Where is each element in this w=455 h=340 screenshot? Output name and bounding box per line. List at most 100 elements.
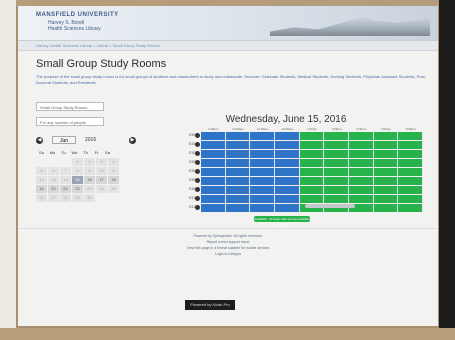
available-slot[interactable] bbox=[324, 159, 350, 167]
calendar-day[interactable]: 27 bbox=[48, 194, 59, 202]
available-slot[interactable] bbox=[299, 195, 325, 203]
available-slot[interactable] bbox=[324, 150, 350, 158]
people-count-select[interactable]: For any number of people bbox=[36, 117, 104, 126]
available-slot[interactable] bbox=[398, 204, 424, 212]
calendar-day[interactable]: 9 bbox=[84, 167, 95, 175]
calendar-day[interactable]: 17 bbox=[96, 176, 107, 184]
booked-slot bbox=[201, 150, 226, 158]
room-info-icon[interactable] bbox=[195, 205, 200, 210]
available-slot[interactable] bbox=[398, 150, 424, 158]
available-slot[interactable] bbox=[398, 132, 424, 140]
available-slot[interactable] bbox=[349, 132, 374, 140]
available-slot[interactable] bbox=[299, 186, 325, 194]
available-slot[interactable] bbox=[299, 177, 325, 185]
calendar-day bbox=[48, 158, 59, 166]
available-slot[interactable] bbox=[398, 177, 424, 185]
calendar-day[interactable]: 26 bbox=[36, 194, 47, 202]
month-select[interactable]: Jun bbox=[52, 136, 76, 144]
available-slot[interactable] bbox=[299, 150, 325, 158]
calendar-days: 1 2 3 4 5 6 7 8 9 10 11 12 13 14 15 16 17 18 19 20 21 22 23 24 2… bbox=[36, 158, 136, 202]
calendar-day[interactable]: 18 bbox=[108, 176, 119, 184]
calendar-day[interactable]: 29 bbox=[72, 194, 83, 202]
calendar-day[interactable]: 30 bbox=[84, 194, 95, 202]
available-slot[interactable] bbox=[398, 195, 424, 203]
available-slot[interactable] bbox=[324, 141, 350, 149]
available-slot[interactable] bbox=[349, 141, 374, 149]
footer-support-link[interactable]: Report a tech support issue bbox=[18, 240, 438, 245]
available-slot[interactable] bbox=[373, 141, 399, 149]
calendar-day[interactable]: 22 bbox=[72, 185, 83, 193]
available-slot[interactable] bbox=[398, 141, 424, 149]
calendar-day[interactable]: 19 bbox=[36, 185, 47, 193]
calendar-day[interactable]: 15 bbox=[72, 176, 83, 184]
year-select[interactable]: 2016 bbox=[85, 136, 107, 144]
available-slot[interactable] bbox=[349, 150, 374, 158]
room-info-icon[interactable] bbox=[195, 196, 200, 201]
available-slot[interactable] bbox=[398, 186, 424, 194]
available-slot[interactable] bbox=[349, 159, 374, 167]
room-group-select[interactable]: Small Group Study Rooms bbox=[36, 102, 104, 111]
available-slot[interactable] bbox=[299, 168, 325, 176]
next-month-icon[interactable]: ▶ bbox=[129, 137, 136, 144]
booked-slot bbox=[225, 204, 251, 212]
calendar-day[interactable]: 28 bbox=[60, 194, 71, 202]
available-slot[interactable] bbox=[349, 168, 374, 176]
calendar-day[interactable]: 12 bbox=[36, 176, 47, 184]
calendar-day[interactable]: 11 bbox=[108, 167, 119, 175]
available-slot[interactable] bbox=[373, 159, 399, 167]
available-slot[interactable] bbox=[349, 177, 374, 185]
grid-scrollbar[interactable] bbox=[305, 204, 355, 208]
calendar-day[interactable]: 2 bbox=[84, 158, 95, 166]
available-slot[interactable] bbox=[373, 168, 399, 176]
available-slot[interactable] bbox=[398, 168, 424, 176]
calendar-day[interactable]: 24 bbox=[96, 185, 107, 193]
room-info-icon[interactable] bbox=[195, 133, 200, 138]
available-slot[interactable] bbox=[373, 204, 399, 212]
calendar-day[interactable]: 4 bbox=[108, 158, 119, 166]
available-slot[interactable] bbox=[373, 150, 399, 158]
room-row: E306 bbox=[189, 159, 424, 167]
available-slot[interactable] bbox=[324, 186, 350, 194]
room-info-icon[interactable] bbox=[195, 151, 200, 156]
available-slot[interactable] bbox=[299, 141, 325, 149]
available-slot[interactable] bbox=[324, 168, 350, 176]
calendar-day[interactable]: 7 bbox=[60, 167, 71, 175]
prev-month-icon[interactable]: ◀ bbox=[36, 137, 43, 144]
room-info-icon[interactable] bbox=[195, 187, 200, 192]
breadcrumb[interactable]: Harvey Health Sciences Library > LibCal … bbox=[18, 41, 438, 51]
available-slot[interactable] bbox=[349, 195, 374, 203]
room-info-icon[interactable] bbox=[195, 142, 200, 147]
calendar-day[interactable]: 21 bbox=[60, 185, 71, 193]
calendar-day[interactable]: 1 bbox=[72, 158, 83, 166]
calendar-day[interactable]: 23 bbox=[84, 185, 95, 193]
calendar-day[interactable]: 14 bbox=[60, 176, 71, 184]
calendar-day[interactable]: 8 bbox=[72, 167, 83, 175]
library-banner[interactable]: MANSFIELD UNIVERSITY Harvey S. Borell He… bbox=[18, 6, 438, 41]
available-slot[interactable] bbox=[373, 132, 399, 140]
calendar-day[interactable]: 25 bbox=[108, 185, 119, 193]
available-slot[interactable] bbox=[398, 159, 424, 167]
available-slot[interactable] bbox=[299, 132, 325, 140]
available-slot[interactable] bbox=[324, 177, 350, 185]
available-slot[interactable] bbox=[324, 132, 350, 140]
available-slot[interactable] bbox=[324, 195, 350, 203]
calendar-day[interactable]: 20 bbox=[48, 185, 59, 193]
room-info-icon[interactable] bbox=[195, 169, 200, 174]
availability-legend-button[interactable]: Available · To book, click on any availa… bbox=[254, 216, 310, 227]
available-slot[interactable] bbox=[349, 186, 374, 194]
weekday-label: Tu bbox=[61, 150, 66, 155]
calendar-day[interactable]: 16 bbox=[84, 176, 95, 184]
footer-mobile-link[interactable]: View this page in a format suitable for … bbox=[18, 246, 438, 251]
available-slot[interactable] bbox=[373, 186, 399, 194]
calendar-day[interactable]: 3 bbox=[96, 158, 107, 166]
calendar-day[interactable]: 13 bbox=[48, 176, 59, 184]
calendar-day[interactable]: 5 bbox=[36, 167, 47, 175]
calendar-day[interactable]: 10 bbox=[96, 167, 107, 175]
room-info-icon[interactable] bbox=[195, 178, 200, 183]
calendar-day[interactable]: 6 bbox=[48, 167, 59, 175]
available-slot[interactable] bbox=[299, 159, 325, 167]
room-info-icon[interactable] bbox=[195, 160, 200, 165]
available-slot[interactable] bbox=[373, 195, 399, 203]
footer-login-link[interactable]: Login to LibApps bbox=[18, 252, 438, 257]
available-slot[interactable] bbox=[373, 177, 399, 185]
